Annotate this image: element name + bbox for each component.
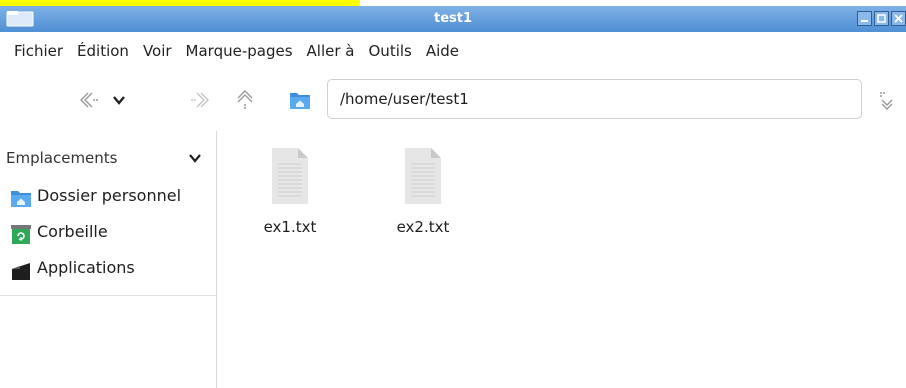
menu-edition[interactable]: Édition bbox=[70, 42, 136, 60]
location-mode-button[interactable] bbox=[874, 87, 900, 113]
home-button[interactable] bbox=[287, 87, 313, 113]
text-file-icon bbox=[405, 148, 441, 204]
close-icon bbox=[894, 14, 903, 23]
menu-aller-a[interactable]: Aller à bbox=[300, 42, 362, 60]
location-bar[interactable]: /home/user/test1 bbox=[327, 79, 862, 119]
toolbar: /home/user/test1 bbox=[0, 70, 906, 130]
sidebar-divider bbox=[0, 295, 216, 296]
menu-bar: Fichier Édition Voir Marque-pages Aller … bbox=[0, 34, 906, 68]
menu-voir[interactable]: Voir bbox=[136, 42, 179, 60]
history-dropdown-icon bbox=[113, 96, 125, 105]
minimize-button[interactable] bbox=[857, 11, 872, 26]
sidebar-item-label: Applications bbox=[37, 258, 135, 277]
home-icon bbox=[290, 93, 310, 109]
file-name: ex2.txt bbox=[396, 218, 450, 236]
forward-button[interactable] bbox=[186, 87, 212, 113]
file-name: ex1.txt bbox=[263, 218, 317, 236]
sidebar-item-corbeille[interactable]: Corbeille bbox=[0, 218, 216, 248]
back-icon bbox=[80, 92, 98, 108]
location-mode-icon bbox=[880, 92, 893, 110]
sidebar-item-label: Dossier personnel bbox=[37, 186, 182, 205]
menu-outils[interactable]: Outils bbox=[362, 42, 419, 60]
file-item[interactable]: ex2.txt bbox=[378, 146, 468, 246]
parent-folder-button[interactable] bbox=[232, 87, 258, 113]
text-file-icon bbox=[272, 148, 308, 204]
sidebar-item-dossier-personnel[interactable]: Dossier personnel bbox=[0, 182, 216, 212]
menu-aide[interactable]: Aide bbox=[419, 42, 466, 60]
back-button[interactable] bbox=[77, 87, 103, 113]
sidebar: Emplacements Dossier personnel Corbeille… bbox=[0, 131, 217, 388]
chevron-down-icon[interactable] bbox=[188, 151, 202, 165]
menu-fichier[interactable]: Fichier bbox=[0, 42, 70, 60]
home-folder-icon bbox=[11, 191, 31, 207]
forward-icon bbox=[191, 92, 209, 108]
applications-icon bbox=[12, 263, 30, 280]
window-title: test1 bbox=[433, 11, 473, 26]
menu-marque-pages[interactable]: Marque-pages bbox=[179, 42, 300, 60]
sidebar-item-label: Corbeille bbox=[37, 222, 108, 241]
close-button[interactable] bbox=[891, 11, 906, 26]
sidebar-item-applications[interactable]: Applications bbox=[0, 254, 216, 284]
places-header[interactable]: Emplacements bbox=[6, 149, 118, 167]
title-bar[interactable]: test1 bbox=[0, 6, 906, 32]
parent-folder-icon bbox=[237, 90, 253, 109]
location-text[interactable]: /home/user/test1 bbox=[340, 90, 469, 108]
file-item[interactable]: ex1.txt bbox=[245, 146, 335, 246]
minimize-icon bbox=[861, 20, 868, 22]
maximize-icon bbox=[877, 14, 886, 23]
history-dropdown-button[interactable] bbox=[106, 87, 132, 113]
trash-icon bbox=[11, 225, 31, 244]
maximize-button[interactable] bbox=[874, 11, 889, 26]
